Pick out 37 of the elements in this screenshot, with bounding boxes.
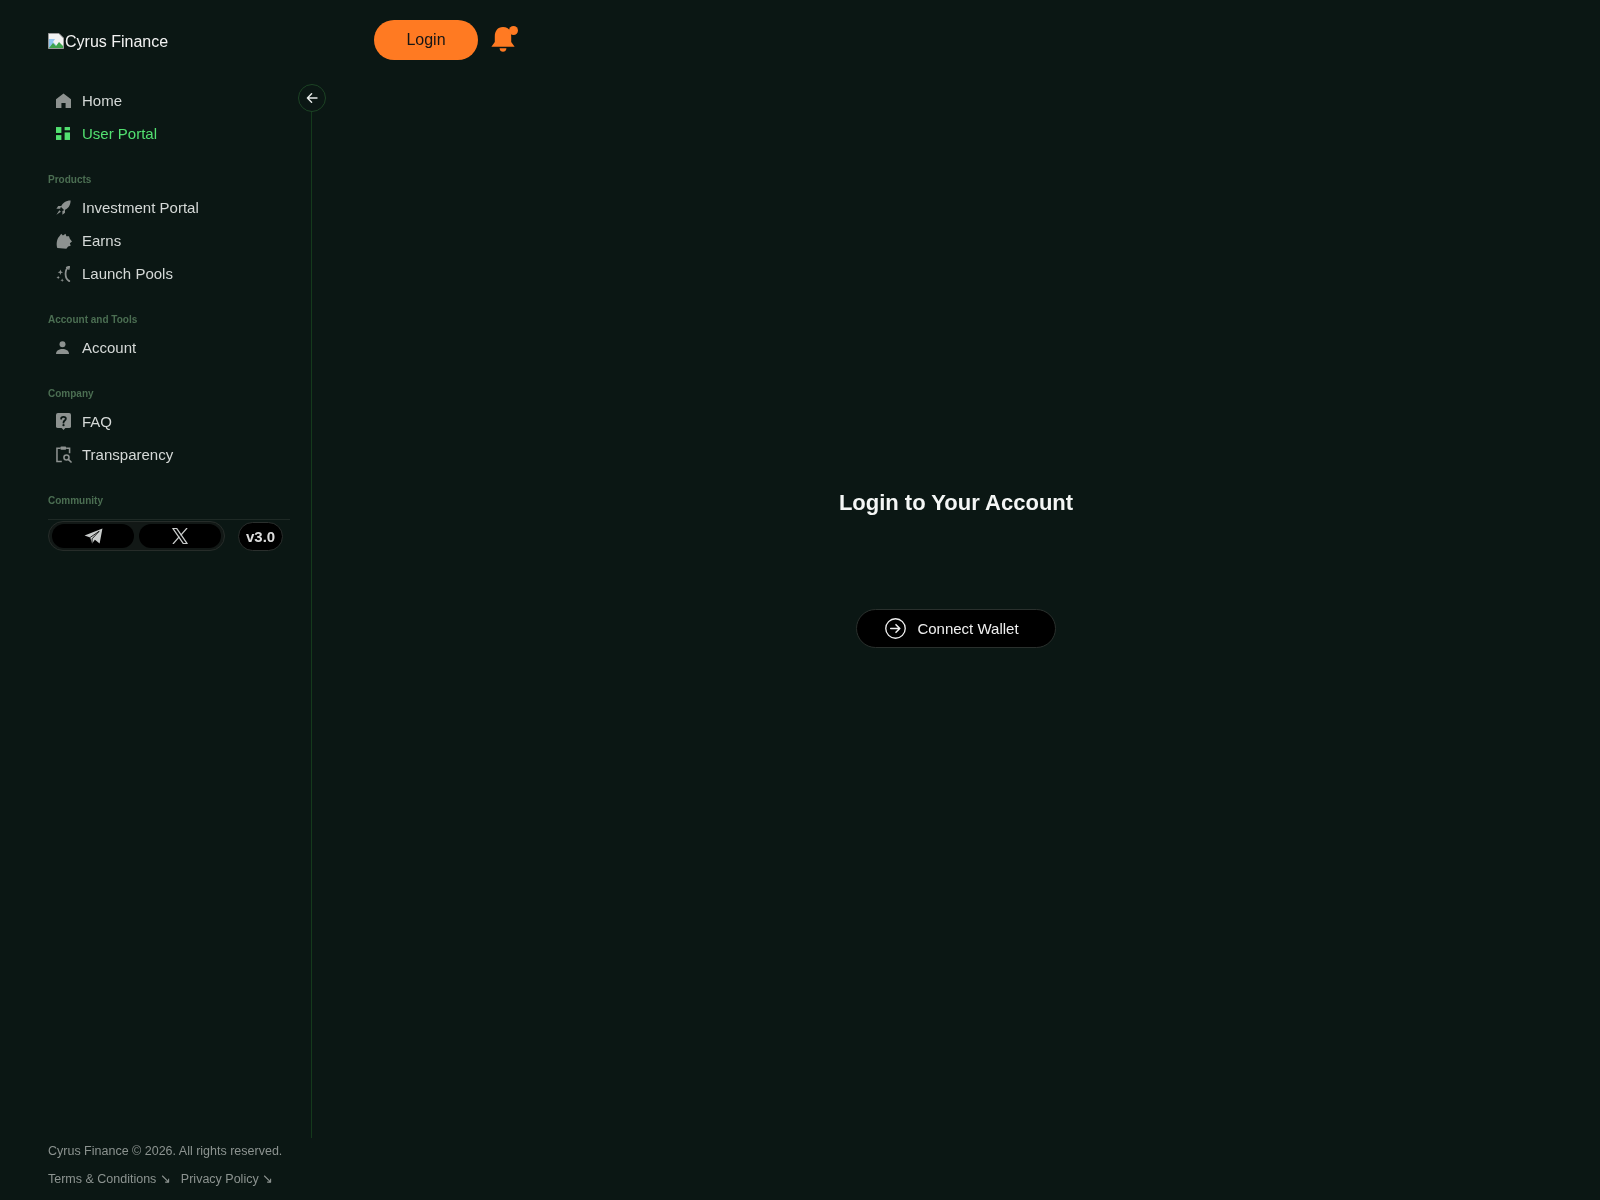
nav-item[interactable]: Account: [48, 331, 137, 364]
footer-link[interactable]: Terms & Conditions ↘: [48, 1171, 171, 1187]
nav-item[interactable]: FAQ: [48, 405, 112, 438]
paper-plane-icon: [83, 528, 103, 544]
section-heading: Company: [48, 387, 94, 401]
mascot-head-icon: [56, 232, 72, 249]
collapse-button[interactable]: [298, 84, 326, 112]
person-icon: [56, 341, 69, 354]
social-link-button[interactable]: [139, 524, 221, 548]
nav-item[interactable]: User Portal: [48, 117, 158, 150]
copyright-text: Cyrus Finance © 2026. All rights reserved.: [48, 1143, 283, 1159]
broken-image-icon: [48, 33, 64, 49]
section-heading: Community: [48, 494, 103, 508]
logo-alt-text: Cyrus Finance: [65, 33, 169, 51]
version-badge: v3.0: [238, 521, 284, 551]
dashboard-icon: [56, 127, 70, 140]
nav-item[interactable]: Earns: [48, 224, 122, 257]
nav-item[interactable]: Transparency: [48, 438, 174, 471]
page-title: Login to Your Account: [838, 489, 1074, 517]
x-logo-icon: [172, 528, 188, 544]
arrow-circle-icon: [885, 618, 907, 639]
login-button[interactable]: Login: [374, 20, 478, 60]
social-link-button[interactable]: [52, 524, 134, 548]
nav-item[interactable]: Investment Portal: [48, 191, 199, 224]
home-icon: [56, 93, 71, 108]
sparkle-crescent-icon: [56, 265, 71, 282]
section-heading: Account and Tools: [48, 313, 138, 327]
connect-wallet-button[interactable]: Connect Wallet: [856, 609, 1056, 648]
nav-item[interactable]: Home: [48, 84, 122, 117]
question-icon: [56, 413, 71, 430]
clipboard-search-icon: [56, 446, 72, 463]
footer-link[interactable]: Privacy Policy ↘: [180, 1171, 274, 1187]
nav-item[interactable]: Launch Pools: [48, 257, 173, 290]
rocket-icon: [56, 200, 71, 215]
bell-icon[interactable]: [491, 27, 515, 53]
arrow-left-icon: [306, 93, 318, 103]
section-heading: Products: [48, 173, 92, 187]
